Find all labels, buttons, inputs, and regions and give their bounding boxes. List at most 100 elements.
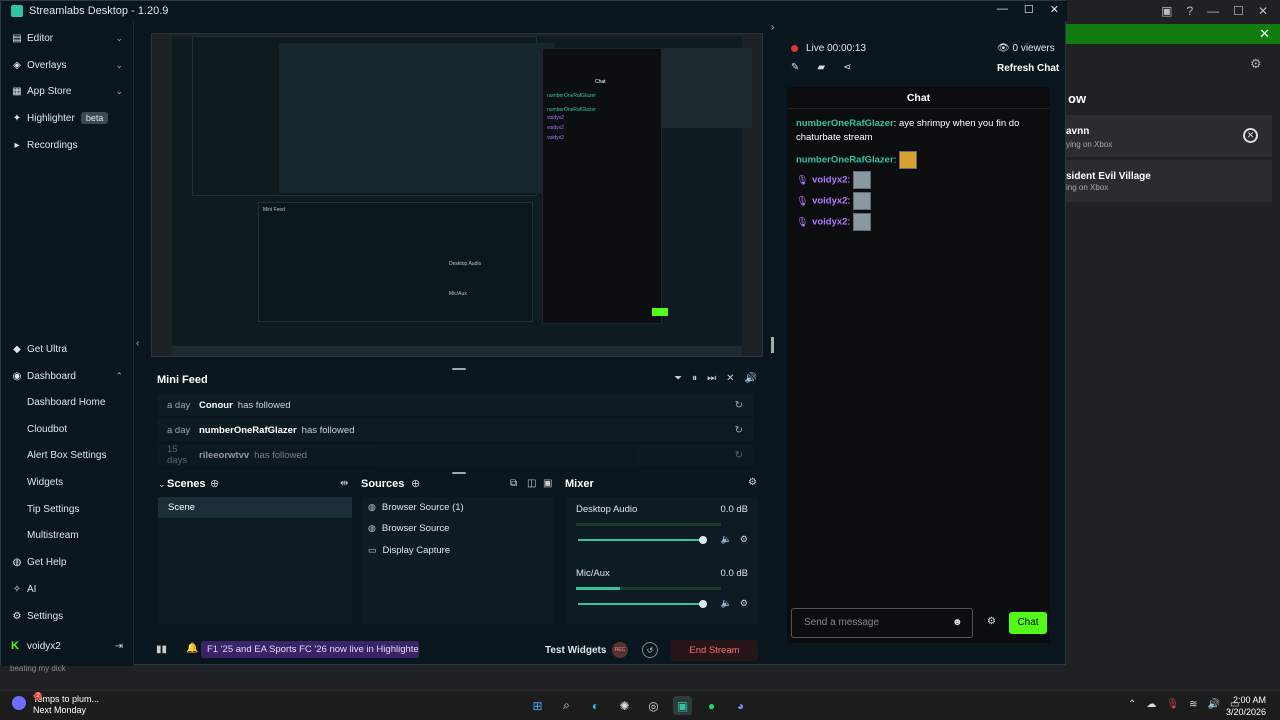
pause-icon[interactable]: ⏸: [692, 373, 697, 384]
chat-input[interactable]: Send a message: [791, 608, 973, 638]
collapse-sidebar-icon[interactable]: ‹: [136, 338, 139, 349]
source-item[interactable]: ◍ Browser Source: [368, 523, 449, 534]
stats-icon[interactable]: ▮▮: [156, 644, 167, 655]
background-card[interactable]: avnn ying on Xbox: [1066, 115, 1272, 157]
preview-taskbar: [172, 346, 742, 356]
chat-username[interactable]: voidyx2: [812, 175, 847, 186]
background-app-icon[interactable]: ▣: [1161, 4, 1172, 18]
sidebar-item-dashboard-home[interactable]: Dashboard Home: [27, 397, 105, 408]
close-icon[interactable]: ✕: [1258, 4, 1268, 18]
sidebar-item-ai[interactable]: ✧ AI: [11, 580, 129, 598]
replay-icon[interactable]: ↻: [735, 425, 743, 436]
channel-settings-icon[interactable]: ⚙: [740, 598, 748, 609]
mixer-channel-db: 0.0 dB: [720, 504, 748, 515]
wifi-icon[interactable]: ≋: [1189, 699, 1197, 710]
sidebar-item-alert-box-settings[interactable]: Alert Box Settings: [27, 450, 106, 461]
sidebar-item-widgets[interactable]: Widgets: [27, 477, 63, 488]
stream-preview[interactable]: Mini Feed Desktop Audio Mic/Aux Chat num…: [151, 33, 763, 357]
mute-icon[interactable]: 🔈: [721, 534, 732, 545]
chevron-up-icon[interactable]: ⌃: [1128, 699, 1136, 710]
sidebar-item-recordings[interactable]: ▸ Recordings: [11, 136, 129, 154]
replay-icon[interactable]: ↻: [735, 400, 743, 411]
chat-username[interactable]: voidyx2: [812, 196, 847, 207]
streamlabs-icon[interactable]: ▣: [673, 696, 692, 715]
refresh-chat-button[interactable]: Refresh Chat: [997, 63, 1059, 74]
minimize-icon[interactable]: —: [997, 3, 1008, 16]
group-icon[interactable]: ◫: [527, 478, 536, 489]
edge-icon[interactable]: ◐: [586, 696, 605, 715]
sidebar-item-cloudbot[interactable]: Cloudbot: [27, 424, 67, 435]
volume-slider-knob[interactable]: [699, 600, 707, 608]
highlighter-promo[interactable]: F1 '25 and EA Sports FC '26 now live in …: [201, 641, 419, 658]
clock[interactable]: 2:00 AM 3/20/2026: [1222, 694, 1266, 718]
sidebar-item-app-store[interactable]: ▦ App Store ⌄: [11, 82, 129, 100]
resize-handle[interactable]: [452, 472, 466, 474]
share-icon[interactable]: ⋖: [843, 62, 851, 73]
panel-resize-handle[interactable]: [771, 337, 774, 353]
banner-close-icon[interactable]: ✕: [1259, 26, 1270, 42]
collapse-icon[interactable]: ⌄: [158, 479, 166, 490]
record-button[interactable]: REC: [612, 642, 628, 658]
maximize-icon[interactable]: ☐: [1024, 3, 1034, 16]
weather-widget[interactable]: 2 Temps to plum... Next Monday: [12, 692, 99, 716]
volume-slider[interactable]: [578, 539, 703, 541]
sidebar-item-settings[interactable]: ⚙ Settings: [11, 607, 129, 625]
chat-username[interactable]: numberOneRafGlazer: [796, 155, 894, 166]
test-widgets-button[interactable]: Test Widgets: [545, 645, 606, 656]
mixer-settings-icon[interactable]: ⚙: [748, 477, 757, 488]
source-item[interactable]: ◍ Browser Source (1): [368, 502, 464, 513]
source-properties-icon[interactable]: ▣: [543, 478, 552, 489]
source-item[interactable]: ▭ Display Capture: [368, 545, 450, 556]
maximize-icon[interactable]: ☐: [1233, 4, 1244, 18]
volume-slider[interactable]: [578, 603, 703, 605]
sidebar-item-get-help[interactable]: ◍ Get Help: [11, 553, 129, 571]
add-source-icon[interactable]: ⊕: [411, 477, 420, 490]
notification-icon[interactable]: ⚙: [1250, 56, 1262, 72]
scene-transition-icon[interactable]: ⇹: [340, 478, 348, 489]
sidebar-item-overlays[interactable]: ◈ Overlays ⌄: [11, 56, 129, 74]
sidebar-item-dashboard[interactable]: ◉ Dashboard ⌃: [11, 367, 129, 385]
skip-icon[interactable]: ⏭: [707, 373, 716, 384]
volume-tray-icon[interactable]: 🔊: [1207, 699, 1219, 710]
channel-settings-icon[interactable]: ⚙: [740, 534, 748, 545]
folder-icon[interactable]: ⧉: [510, 478, 517, 489]
add-scene-icon[interactable]: ⊕: [210, 477, 219, 490]
notification-bell-icon[interactable]: 🔔: [186, 643, 198, 654]
end-stream-button[interactable]: End Stream: [671, 640, 758, 661]
sidebar-item-editor[interactable]: ▤ Editor ⌄: [11, 29, 129, 47]
mute-alerts-icon[interactable]: ✕: [726, 373, 734, 384]
sidebar-item-multistream[interactable]: Multistream: [27, 530, 79, 541]
sidebar-item-get-ultra[interactable]: ◆ Get Ultra: [11, 340, 129, 358]
folder-icon[interactable]: ▰: [817, 62, 825, 73]
chat-settings-icon[interactable]: ⚙: [987, 616, 996, 627]
volume-icon[interactable]: 🔊: [745, 373, 757, 384]
sidebar-item-tip-settings[interactable]: Tip Settings: [27, 504, 79, 515]
chat-username[interactable]: numberOneRafGlazer: [796, 118, 894, 129]
replay-icon[interactable]: ↻: [735, 450, 743, 461]
cloud-icon[interactable]: ☁: [1146, 699, 1156, 710]
close-icon[interactable]: ✕: [1050, 3, 1059, 16]
start-icon[interactable]: ⊞: [528, 696, 547, 715]
sidebar-item-highlighter[interactable]: ✦ Highlighter beta: [11, 109, 129, 127]
mic-tray-icon[interactable]: 🎙: [1166, 699, 1179, 710]
send-chat-button[interactable]: Chat: [1009, 612, 1047, 634]
emoji-icon[interactable]: ☻: [952, 617, 963, 628]
chatgpt-icon[interactable]: ✺: [615, 696, 634, 715]
edit-stream-info-icon[interactable]: ✎: [791, 62, 799, 73]
replay-buffer-button[interactable]: ↺: [642, 642, 658, 658]
filter-icon[interactable]: ⏷: [674, 373, 682, 384]
search-icon[interactable]: ⌕: [557, 696, 576, 715]
chat-username[interactable]: voidyx2: [812, 217, 847, 228]
scene-item[interactable]: Scene: [158, 497, 352, 518]
logout-icon[interactable]: ⇥: [115, 641, 123, 652]
user-account[interactable]: K voidyx2 ⇥: [11, 640, 129, 652]
background-card[interactable]: sident Evil Village ing on Xbox: [1066, 160, 1272, 202]
mute-icon[interactable]: 🔈: [721, 598, 732, 609]
volume-slider-knob[interactable]: [699, 536, 707, 544]
help-icon[interactable]: ?: [1186, 4, 1193, 18]
collapse-chat-icon[interactable]: ›: [771, 22, 774, 33]
minimize-icon[interactable]: —: [1207, 4, 1219, 18]
obs-icon[interactable]: ◎: [644, 696, 663, 715]
discord-icon[interactable]: ◕: [731, 696, 750, 715]
spotify-icon[interactable]: ●: [702, 696, 721, 715]
